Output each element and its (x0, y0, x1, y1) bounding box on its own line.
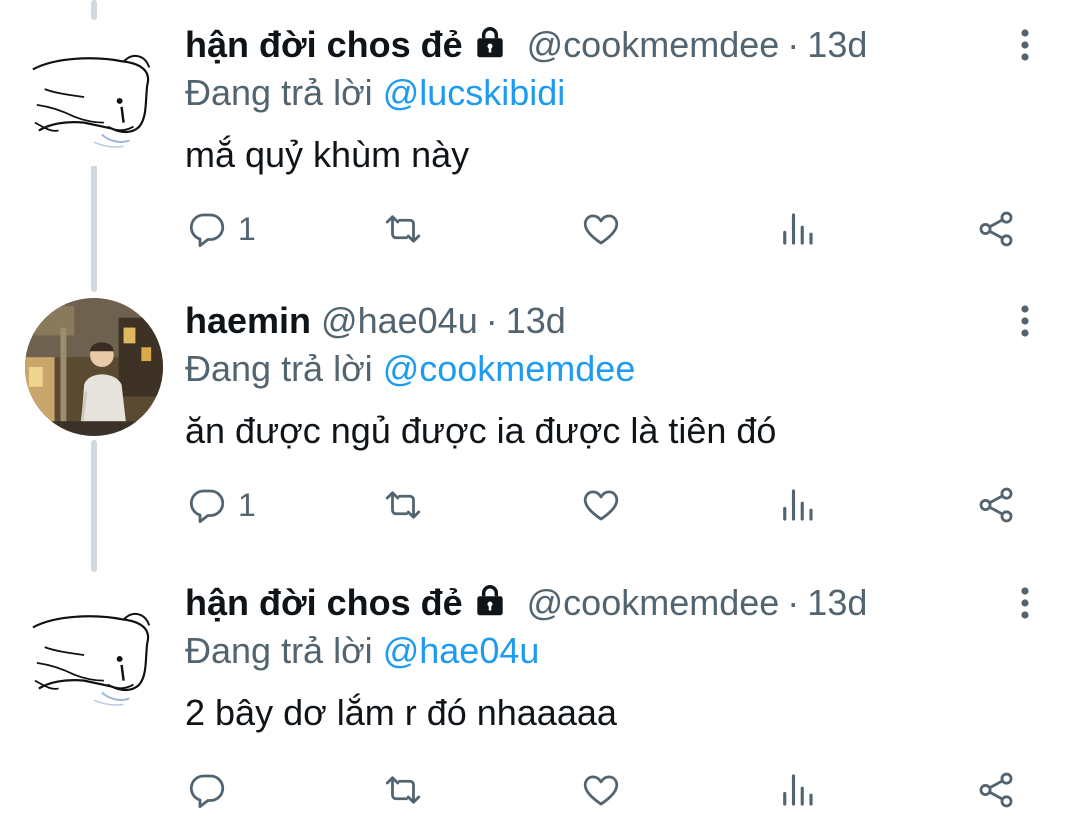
reply-icon (189, 213, 225, 248)
display-name[interactable]: hận đời chos đẻ (185, 580, 463, 626)
tweet[interactable]: hận đời chos đẻ @cookmemdee · 13d Đang t… (0, 22, 1080, 272)
photo-avatar-icon (25, 298, 163, 436)
timestamp[interactable]: 13d (807, 22, 867, 68)
separator: · (485, 300, 498, 341)
views-icon (783, 213, 813, 245)
action-bar: 1 (0, 207, 1080, 251)
more-icon (1021, 29, 1029, 61)
share-button[interactable] (975, 768, 1017, 812)
reply-mention-link[interactable]: @lucskibidi (383, 72, 566, 113)
tweet-header: hận đời chos đẻ @cookmemdee · 13d (185, 580, 867, 626)
display-name[interactable]: hận đời chos đẻ (185, 22, 463, 68)
more-options-button[interactable] (1005, 298, 1045, 344)
timestamp[interactable]: 13d (506, 298, 566, 344)
reply-button[interactable]: 1 (186, 207, 256, 251)
sketch-avatar-icon (25, 28, 163, 166)
reply-context: Đang trả lời @cookmemdee (185, 346, 635, 392)
separator: · (787, 24, 800, 65)
like-icon (583, 490, 619, 521)
tweet-header: hận đời chos đẻ @cookmemdee · 13d (185, 22, 867, 68)
action-bar: 1 (0, 483, 1080, 527)
avatar[interactable] (25, 298, 163, 436)
tweet[interactable]: hận đời chos đẻ @cookmemdee · 13d Đang t… (0, 580, 1080, 818)
retweet-button[interactable] (382, 483, 424, 527)
user-handle[interactable]: @cookmemdee (527, 22, 780, 68)
more-icon (1021, 305, 1029, 337)
user-handle[interactable]: @hae04u (321, 298, 478, 344)
views-button[interactable] (776, 768, 818, 812)
like-button[interactable] (580, 483, 622, 527)
lock-icon (471, 581, 509, 621)
user-handle[interactable]: @cookmemdee (527, 580, 780, 626)
reply-label: Đang trả lời (185, 348, 373, 389)
reply-mention-link[interactable]: @hae04u (383, 630, 540, 671)
reply-icon (189, 774, 225, 809)
share-icon (979, 487, 1013, 523)
retweet-button[interactable] (382, 768, 424, 812)
tweet-text: ăn được ngủ được ia được là tiên đó (185, 410, 777, 451)
reply-button[interactable] (186, 768, 238, 812)
retweet-button[interactable] (382, 207, 424, 251)
avatar[interactable] (25, 586, 163, 724)
views-button[interactable] (776, 483, 818, 527)
reply-label: Đang trả lời (185, 630, 373, 671)
share-button[interactable] (975, 483, 1017, 527)
display-name[interactable]: haemin (185, 298, 311, 344)
more-options-button[interactable] (1005, 580, 1045, 626)
reply-context: Đang trả lời @lucskibidi (185, 70, 565, 116)
tweet-header: haemin @hae04u · 13d (185, 298, 566, 344)
retweet-icon (385, 215, 421, 243)
views-icon (783, 774, 813, 806)
retweet-icon (385, 776, 421, 804)
reply-mention-link[interactable]: @cookmemdee (383, 348, 636, 389)
sketch-avatar-icon (25, 586, 163, 724)
views-icon (783, 489, 813, 521)
avatar[interactable] (25, 28, 163, 166)
like-button[interactable] (580, 207, 622, 251)
share-icon (979, 772, 1013, 808)
thread-line (91, 0, 97, 20)
reply-context: Đang trả lời @hae04u (185, 628, 539, 674)
tweet-text: 2 bây dơ lắm r đó nhaaaaa (185, 692, 617, 733)
like-icon (583, 214, 619, 245)
separator: · (787, 582, 800, 623)
reply-count: 1 (238, 211, 256, 247)
more-icon (1021, 587, 1029, 619)
more-options-button[interactable] (1005, 22, 1045, 68)
reply-label: Đang trả lời (185, 72, 373, 113)
like-button[interactable] (580, 768, 622, 812)
timestamp[interactable]: 13d (807, 580, 867, 626)
tweet-text: mắ quỷ khùm này (185, 134, 470, 175)
like-icon (583, 775, 619, 806)
tweet[interactable]: haemin @hae04u · 13d Đang trả lời @cookm… (0, 298, 1080, 548)
reply-button[interactable]: 1 (186, 483, 256, 527)
action-bar (0, 768, 1080, 812)
lock-icon (471, 23, 509, 63)
reply-count: 1 (238, 487, 256, 523)
share-button[interactable] (975, 207, 1017, 251)
retweet-icon (385, 491, 421, 519)
reply-icon (189, 489, 225, 524)
views-button[interactable] (776, 207, 818, 251)
share-icon (979, 211, 1013, 247)
